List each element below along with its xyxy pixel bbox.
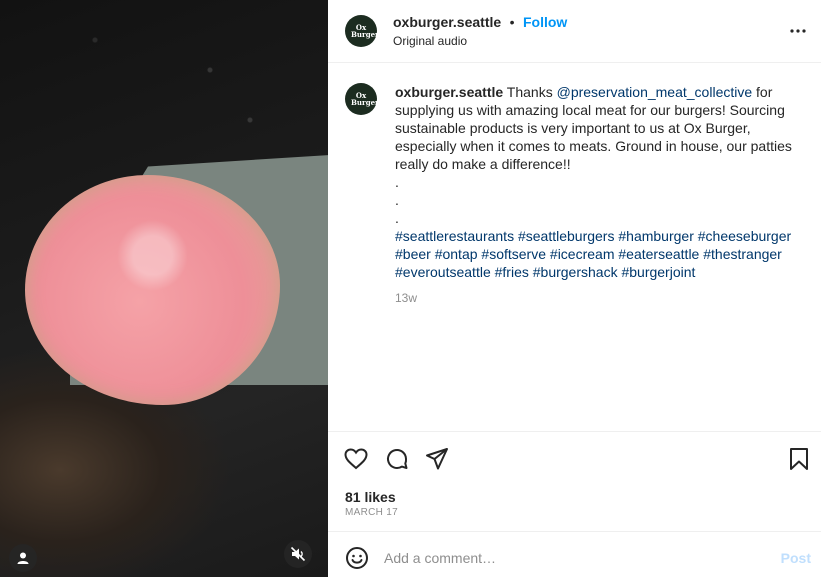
caption-dot: . bbox=[395, 210, 399, 226]
caption-dot: . bbox=[395, 192, 399, 208]
more-options-icon bbox=[790, 29, 806, 33]
save-button[interactable] bbox=[789, 447, 809, 471]
caption-avatar[interactable]: Ox Burger bbox=[345, 83, 379, 115]
hashtag-link[interactable]: #cheeseburger bbox=[698, 228, 791, 244]
post-date: MARCH 17 bbox=[345, 507, 398, 518]
audio-label[interactable]: Original audio bbox=[393, 34, 467, 48]
caption-pre-mention: Thanks bbox=[506, 84, 557, 100]
avatar[interactable]: Ox Burger bbox=[345, 15, 379, 47]
share-button[interactable] bbox=[425, 447, 449, 471]
emoji-icon bbox=[346, 547, 368, 569]
hashtag-link[interactable]: #thestranger bbox=[703, 246, 782, 262]
caption-username[interactable]: oxburger.seattle bbox=[395, 84, 503, 100]
comment-icon bbox=[387, 449, 408, 469]
like-button[interactable] bbox=[344, 448, 368, 470]
caption-dot: . bbox=[395, 174, 399, 190]
post-details-pane: Ox Burger oxburger.seattle • Follow Orig… bbox=[328, 0, 821, 577]
hashtag-link[interactable]: #everoutseattle bbox=[395, 264, 491, 280]
share-icon bbox=[426, 448, 448, 470]
action-bar: 81 likes MARCH 17 bbox=[328, 431, 821, 532]
hashtag-link[interactable]: #seattleburgers bbox=[518, 228, 615, 244]
comment-bar: Add a comment… Post bbox=[328, 531, 821, 578]
hashtag-link[interactable]: #beer bbox=[395, 246, 431, 262]
post-comment-button[interactable]: Post bbox=[781, 550, 811, 566]
hashtag-link[interactable]: #eaterseattle bbox=[618, 246, 699, 262]
audio-toggle-button[interactable] bbox=[284, 540, 312, 568]
heart-icon bbox=[344, 448, 368, 470]
hashtag-link[interactable]: #ontap bbox=[435, 246, 478, 262]
comment-input[interactable]: Add a comment… bbox=[384, 550, 496, 566]
post-header: Ox Burger oxburger.seattle • Follow Orig… bbox=[328, 0, 821, 63]
post-video[interactable] bbox=[0, 0, 328, 577]
muted-audio-icon bbox=[290, 546, 306, 562]
hashtag-link[interactable]: #fries bbox=[495, 264, 529, 280]
caption: oxburger.seattle Thanks @preservation_me… bbox=[395, 83, 805, 307]
hashtag-link[interactable]: #hamburger bbox=[618, 228, 694, 244]
follow-button[interactable]: Follow bbox=[523, 14, 567, 30]
bookmark-icon bbox=[790, 448, 808, 470]
hashtag-link[interactable]: #icecream bbox=[550, 246, 615, 262]
comment-button[interactable] bbox=[385, 447, 409, 471]
hashtag-link[interactable]: #burgerjoint bbox=[621, 264, 695, 280]
separator-dot: • bbox=[509, 14, 515, 30]
hashtag-link[interactable]: #burgershack bbox=[533, 264, 618, 280]
username-link[interactable]: oxburger.seattle bbox=[393, 14, 501, 30]
post-age[interactable]: 13w bbox=[395, 289, 805, 307]
hashtag-list: #seattlerestaurants #seattleburgers #ham… bbox=[395, 227, 805, 281]
avatar-logo-text: Ox Burger bbox=[351, 91, 379, 107]
more-options-button[interactable] bbox=[789, 24, 807, 38]
likes-count[interactable]: 81 likes bbox=[345, 489, 396, 505]
user-icon bbox=[17, 552, 29, 564]
avatar-logo-text: Ox Burger bbox=[351, 23, 379, 39]
mention-link[interactable]: @preservation_meat_collective bbox=[557, 84, 753, 100]
emoji-button[interactable] bbox=[345, 546, 369, 570]
tagged-users-button[interactable] bbox=[9, 544, 37, 572]
hashtag-link[interactable]: #softserve bbox=[481, 246, 546, 262]
hashtag-link[interactable]: #seattlerestaurants bbox=[395, 228, 514, 244]
